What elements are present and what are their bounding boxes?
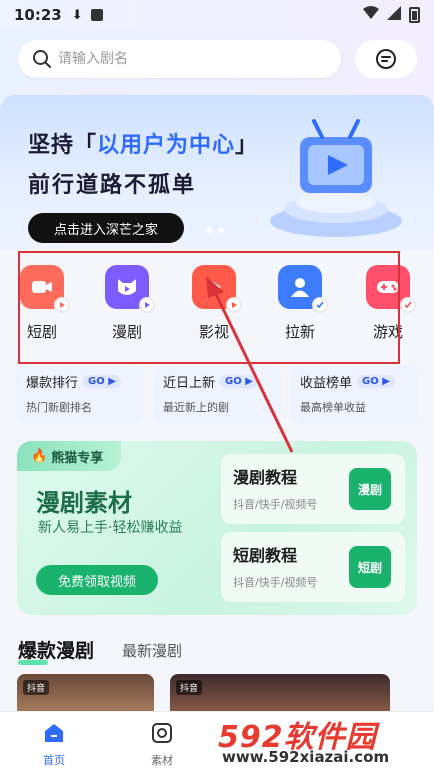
wifi-icon: [363, 6, 379, 24]
banner-headline-suffix: 」: [235, 133, 259, 158]
search-bar[interactable]: [18, 40, 341, 78]
banner-headline: 坚持「以用户为中心」: [28, 127, 258, 159]
go-label: GO: [225, 376, 242, 387]
category-invite[interactable]: 拉新: [270, 265, 330, 342]
tab-home-label: 首页: [43, 754, 65, 767]
promo-title: 漫剧素材: [36, 489, 132, 517]
banner-cta-button[interactable]: 点击进入深芒之家: [28, 213, 184, 243]
app-notification-icon: [90, 9, 103, 21]
message-button[interactable]: [355, 40, 417, 78]
tab-latest-comics[interactable]: 最新漫剧: [122, 640, 182, 661]
category-row: 短剧 漫剧 影视 拉新 游戏: [0, 262, 434, 352]
promo-card: 🔥 熊猫专享 漫剧素材 新人易上手·轻松赚收益 免费领取视频 漫剧教程 抖音/快…: [17, 441, 417, 615]
promo-tag-label: 熊猫专享: [51, 450, 104, 466]
go-badge: GO ▶: [357, 375, 395, 388]
quick-link-new-releases[interactable]: 近日上新 GO ▶ 最近新上的剧: [153, 366, 281, 424]
category-games[interactable]: 游戏: [358, 265, 418, 342]
category-label: 拉新: [284, 323, 315, 341]
status-bar: 10:23 ⬇: [0, 0, 434, 30]
douyin-tag: 抖音: [23, 680, 50, 695]
go-badge: GO ▶: [220, 375, 258, 388]
home-icon: [45, 724, 63, 742]
quick-link-title: 近日上新: [163, 376, 216, 391]
play-icon: [192, 265, 242, 313]
watermark-url: www.592xiazai.com: [222, 748, 390, 766]
flame-icon: 🔥: [31, 448, 48, 464]
quick-link-subtitle: 最近新上的剧: [163, 401, 229, 414]
quick-link-earnings-rank[interactable]: 收益榜单 GO ▶ 最高榜单收益: [290, 366, 418, 424]
go-label: GO: [362, 376, 379, 387]
user-add-icon: [278, 265, 328, 313]
tv-illustration-icon: [270, 119, 402, 237]
tutorial-card-comic[interactable]: 漫剧教程 抖音/快手/视频号 漫剧: [221, 454, 405, 524]
search-icon: [33, 50, 51, 68]
category-label: 游戏: [372, 323, 403, 341]
tutorial-button[interactable]: 漫剧: [349, 468, 391, 510]
gamepad-icon: [366, 265, 416, 313]
tutorial-card-short[interactable]: 短剧教程 抖音/快手/视频号 短剧: [221, 532, 405, 602]
category-label: 影视: [198, 323, 229, 341]
douyin-tag: 抖音: [176, 680, 203, 695]
tab-material-label: 素材: [151, 754, 173, 767]
quick-link-title: 收益榜单: [300, 376, 353, 391]
quick-link-title: 爆款排行: [26, 376, 79, 391]
promo-subtitle: 新人易上手·轻松赚收益: [38, 520, 183, 536]
promo-banner[interactable]: 坚持「以用户为中心」 前行道路不孤单 点击进入深芒之家: [0, 95, 434, 250]
banner-headline-highlight: 以用户为中心: [97, 133, 236, 158]
signal-icon: [387, 6, 401, 24]
tab-hot-comics[interactable]: 爆款漫剧: [18, 636, 94, 665]
category-comic-drama[interactable]: 漫剧: [97, 265, 157, 342]
status-time: 10:23: [14, 6, 62, 24]
cat-face-icon: [105, 265, 155, 313]
go-badge: GO ▶: [83, 375, 121, 388]
banner-subheadline: 前行道路不孤单: [28, 173, 197, 198]
category-label: 漫剧: [111, 323, 142, 341]
category-short-drama[interactable]: 短剧: [12, 265, 72, 342]
quick-link-subtitle: 最高榜单收益: [300, 401, 366, 414]
quick-link-subtitle: 热门新剧排名: [26, 401, 92, 414]
chat-bubble-icon: [376, 49, 396, 69]
video-camera-icon: [20, 265, 70, 313]
tutorial-button[interactable]: 短剧: [349, 546, 391, 588]
banner-pagination: [206, 227, 224, 233]
quick-link-hot-ranking[interactable]: 爆款排行 GO ▶ 热门新剧排名: [16, 366, 144, 424]
drama-thumbnail[interactable]: 抖音: [17, 674, 154, 712]
category-label: 短剧: [26, 323, 57, 341]
banner-headline-prefix: 坚持「: [28, 133, 98, 158]
battery-icon: [409, 7, 420, 23]
tab-material[interactable]: 素材: [132, 722, 192, 768]
category-film[interactable]: 影视: [184, 265, 244, 342]
free-video-button[interactable]: 免费领取视频: [36, 565, 158, 595]
material-icon: [152, 723, 172, 743]
search-input[interactable]: [58, 51, 298, 67]
drama-thumbnail[interactable]: 抖音: [170, 674, 390, 712]
tab-home[interactable]: 首页: [24, 722, 84, 768]
download-icon: ⬇: [71, 7, 83, 23]
go-label: GO: [88, 376, 105, 387]
promo-tag: 🔥 熊猫专享: [17, 441, 121, 471]
